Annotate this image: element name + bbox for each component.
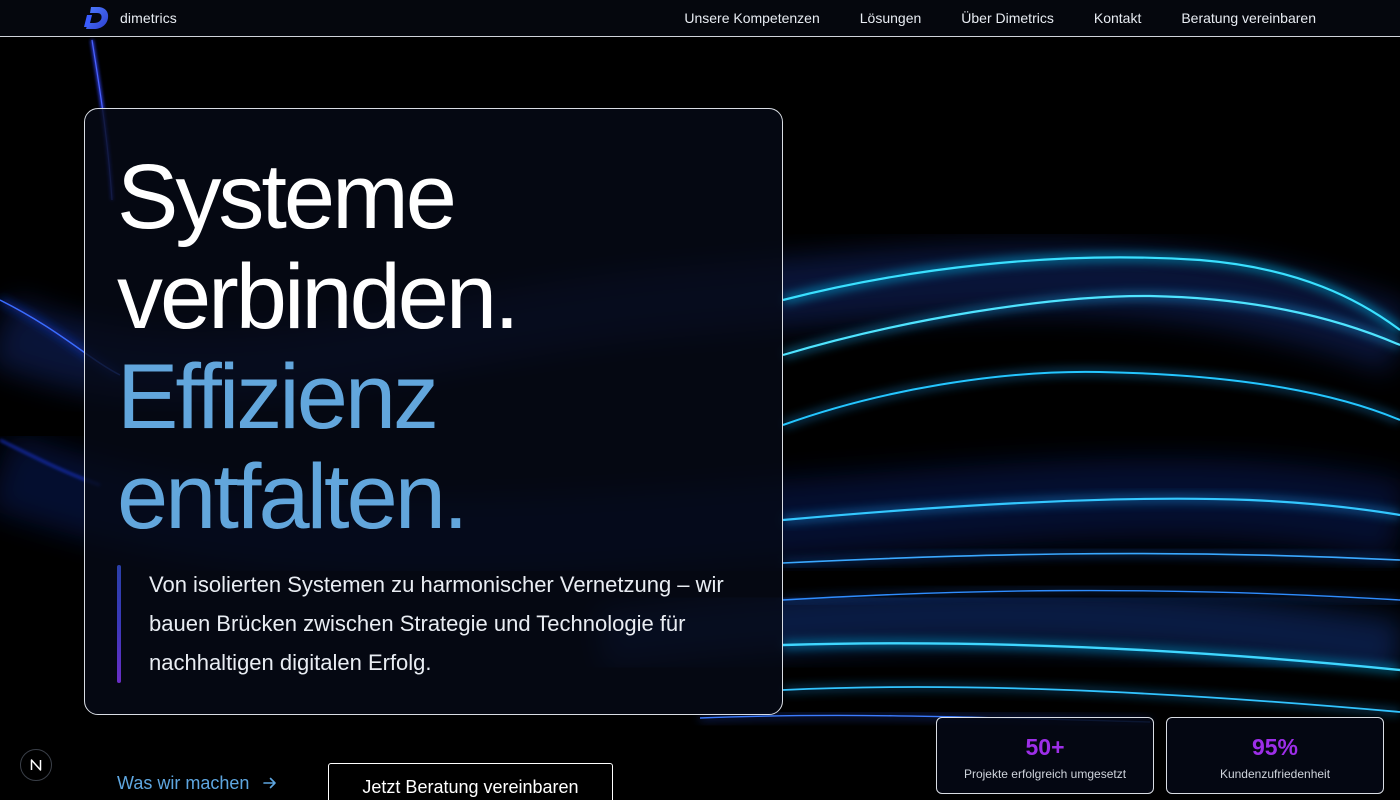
n-logo-icon	[30, 759, 42, 771]
hero-headline: Systeme verbinden. Effizienz entfalten.	[117, 146, 520, 548]
n-badge-button[interactable]	[20, 749, 52, 781]
stat-label: Kundenzufriedenheit	[1219, 767, 1331, 781]
headline-line-3: Effizienz	[117, 346, 439, 448]
top-navbar: dimetrics Unsere Kompetenzen Lösungen Üb…	[0, 0, 1400, 37]
nav-link-kontakt[interactable]: Kontakt	[1094, 10, 1141, 26]
stat-card-zufriedenheit: 95% Kundenzufriedenheit	[1166, 717, 1384, 794]
headline-line-4: entfalten.	[117, 446, 469, 548]
stat-value: 95%	[1251, 734, 1299, 760]
subtext-accent-bar	[117, 565, 121, 683]
was-wir-machen-link[interactable]: Was wir machen	[117, 771, 277, 795]
stat-card-projekte: 50+ Projekte erfolgreich umgesetzt	[936, 717, 1154, 794]
stat-value: 50+	[1025, 734, 1065, 760]
nav-link-loesungen[interactable]: Lösungen	[860, 10, 922, 26]
hero-subtext: Von isolierten Systemen zu harmonischer …	[149, 572, 724, 675]
brand-name: dimetrics	[120, 10, 177, 26]
headline-line-1: Systeme	[117, 146, 457, 248]
was-wir-machen-label: Was wir machen	[117, 772, 250, 793]
nav-link-kompetenzen[interactable]: Unsere Kompetenzen	[684, 10, 819, 26]
brand[interactable]: dimetrics	[84, 5, 177, 31]
arrow-right-icon	[263, 777, 277, 789]
nav-links: Unsere Kompetenzen Lösungen Über Dimetri…	[684, 0, 1316, 36]
nav-link-beratung[interactable]: Beratung vereinbaren	[1181, 10, 1316, 26]
nav-link-ueber-dimetrics[interactable]: Über Dimetrics	[961, 10, 1054, 26]
headline-line-2: verbinden.	[117, 246, 520, 348]
hero-card: Systeme verbinden. Effizienz entfalten. …	[84, 108, 783, 715]
beratung-vereinbaren-button[interactable]: Jetzt Beratung vereinbaren	[328, 763, 613, 800]
stat-label: Projekte erfolgreich umgesetzt	[963, 767, 1127, 781]
dimetrics-logo-icon	[84, 7, 109, 29]
